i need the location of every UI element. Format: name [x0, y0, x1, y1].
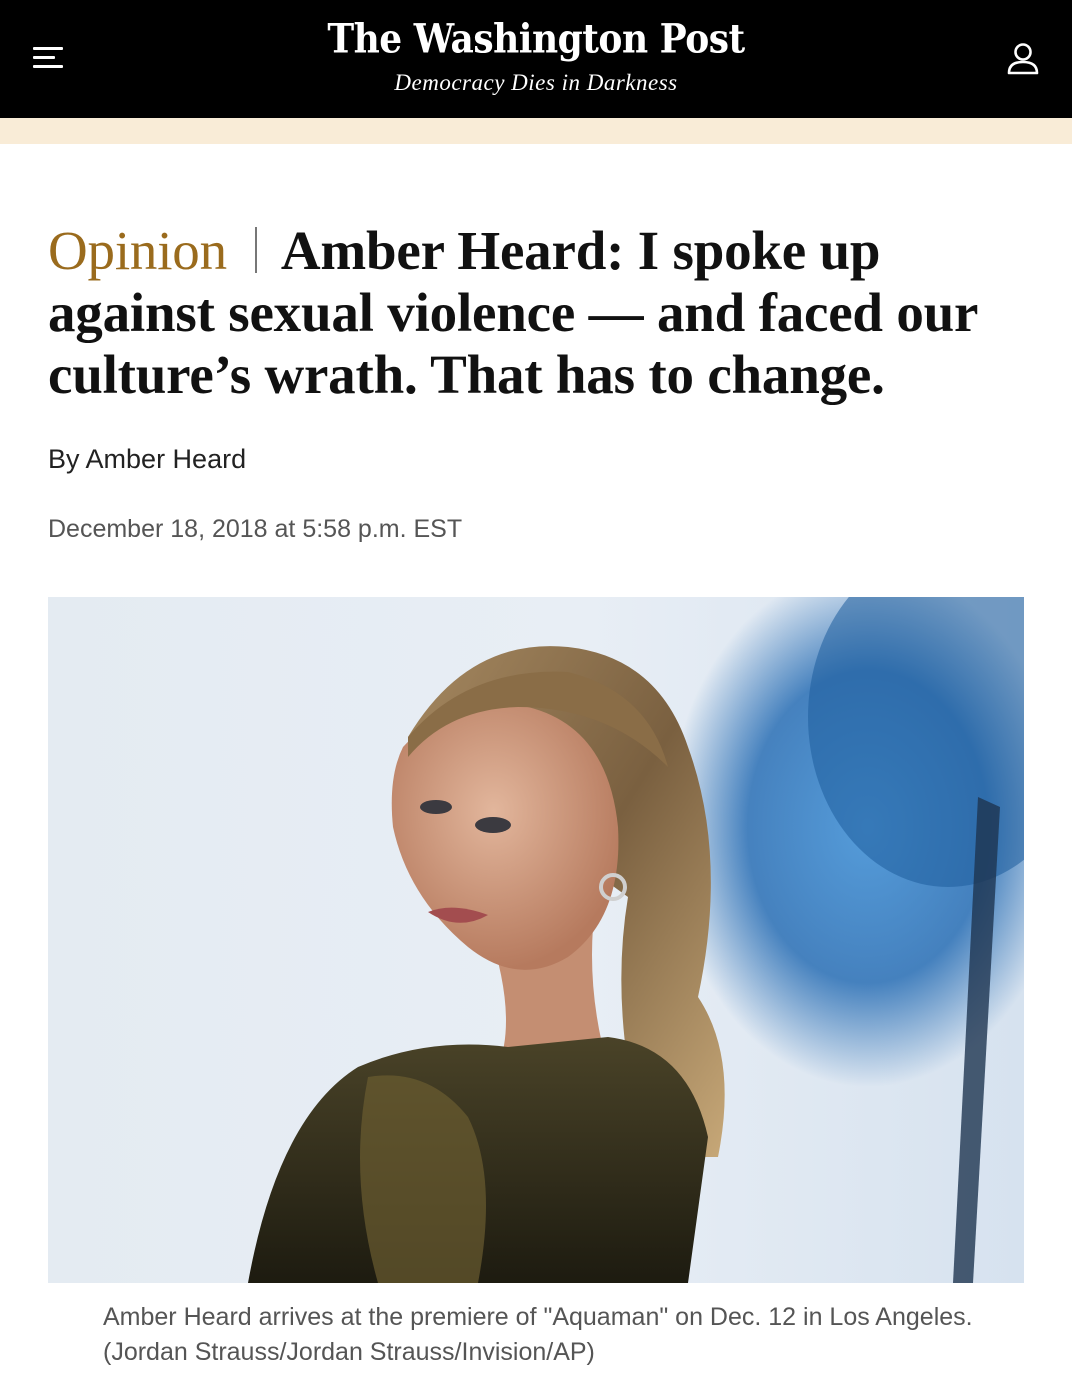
promo-band [0, 118, 1072, 144]
site-logo[interactable]: The Washington Post [327, 9, 745, 69]
author-link[interactable]: Amber Heard [86, 444, 247, 474]
article-photo [48, 597, 1024, 1283]
byline: By Amber Heard [48, 444, 246, 475]
kicker-divider [254, 227, 257, 273]
opinion-kicker[interactable]: Opinion [48, 220, 227, 281]
publish-timestamp: December 18, 2018 at 5:58 p.m. EST [48, 515, 463, 543]
site-header: The Washington Post Democracy Dies in Da… [0, 0, 1072, 118]
byline-prefix: By [48, 444, 80, 474]
photo-illustration [48, 597, 1024, 1283]
masthead: The Washington Post Democracy Dies in Da… [0, 12, 1072, 96]
site-tagline: Democracy Dies in Darkness [394, 70, 678, 95]
user-icon[interactable] [1004, 40, 1042, 78]
article-headline: Opinion Amber Heard: I spoke up against s… [48, 220, 1028, 406]
photo-caption: Amber Heard arrives at the premiere of "… [103, 1303, 973, 1366]
